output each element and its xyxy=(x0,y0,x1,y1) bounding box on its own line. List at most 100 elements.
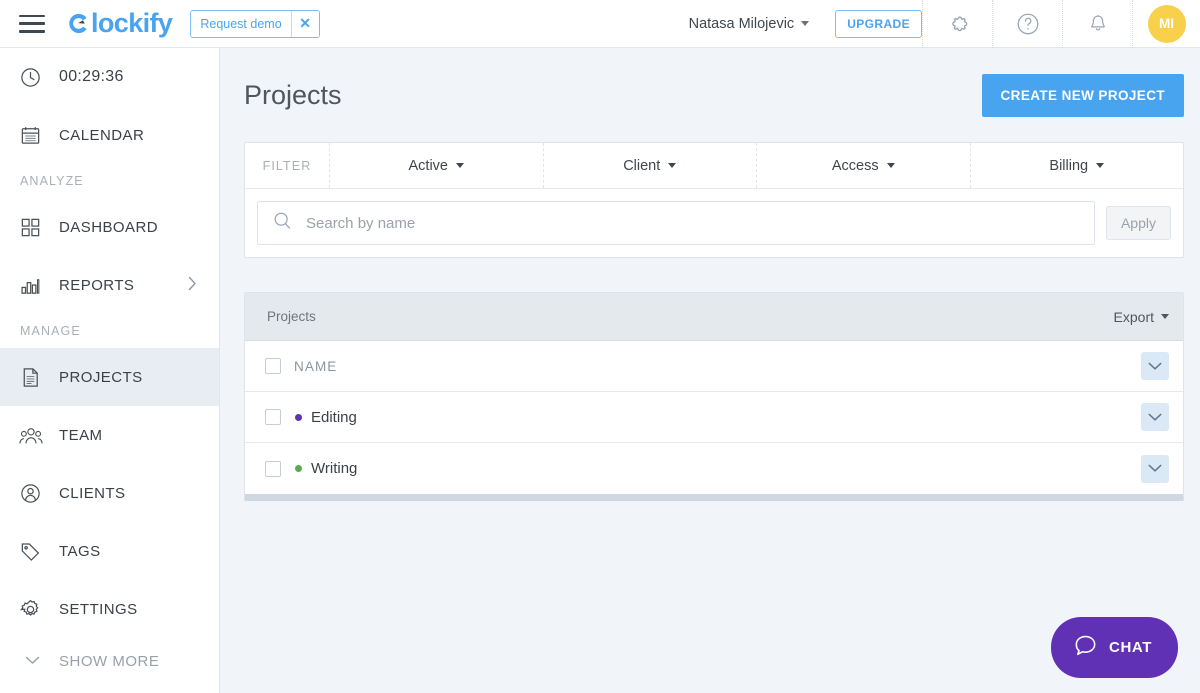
sidebar-item-clients[interactable]: CLIENTS xyxy=(0,464,219,522)
logo-text: lockify xyxy=(91,8,172,39)
hamburger-menu-icon[interactable] xyxy=(19,15,45,33)
sidebar-item-settings[interactable]: SETTINGS xyxy=(0,580,219,638)
create-new-project-button[interactable]: CREATE NEW PROJECT xyxy=(982,74,1184,117)
dashboard-grid-icon xyxy=(19,216,49,239)
search-row: Apply xyxy=(245,189,1183,257)
sidebar-show-more[interactable]: SHOW MORE xyxy=(0,638,219,684)
sidebar-item-timer[interactable]: 00:29:36 xyxy=(0,48,219,106)
chat-button[interactable]: CHAT xyxy=(1051,617,1178,678)
help-circle-icon[interactable] xyxy=(992,0,1062,48)
main-content: Projects CREATE NEW PROJECT FILTER Activ… xyxy=(220,48,1200,693)
filter-dropdown-client[interactable]: Client xyxy=(544,143,758,188)
sidebar-item-dashboard[interactable]: DASHBOARD xyxy=(0,198,219,256)
user-name-label: Natasa Milojevic xyxy=(689,16,795,32)
request-demo-button[interactable]: Request demo xyxy=(191,11,291,37)
sidebar-item-tags[interactable]: TAGS xyxy=(0,522,219,580)
sidebar-item-label: CLIENTS xyxy=(59,485,126,502)
settings-gear-icon xyxy=(19,598,49,621)
top-bar-right: Natasa Milojevic UPGRADE MI xyxy=(689,0,1200,48)
project-color-dot xyxy=(295,414,302,421)
chevron-down-icon xyxy=(668,163,676,168)
chevron-down-icon xyxy=(887,163,895,168)
filter-dropdown-label: Client xyxy=(623,158,660,174)
sidebar-item-team[interactable]: TEAM xyxy=(0,406,219,464)
chat-bubble-icon xyxy=(1073,633,1098,662)
sidebar-item-projects[interactable]: PROJECTS xyxy=(0,348,219,406)
puzzle-piece-icon[interactable] xyxy=(922,0,992,48)
bell-icon[interactable] xyxy=(1062,0,1132,48)
apply-button[interactable]: Apply xyxy=(1106,206,1171,240)
sidebar-item-label: PROJECTS xyxy=(59,369,143,386)
sidebar-item-reports[interactable]: REPORTS xyxy=(0,256,219,314)
sidebar-item-label: SETTINGS xyxy=(59,601,138,618)
row-checkbox[interactable] xyxy=(265,461,281,477)
search-box[interactable] xyxy=(257,201,1095,245)
row-chevron-down-icon[interactable] xyxy=(1141,455,1169,483)
filter-row: FILTER Active Client Access Billing xyxy=(245,143,1183,189)
clients-person-icon xyxy=(19,482,49,505)
filter-dropdown-label: Billing xyxy=(1049,158,1088,174)
top-bar: lockify Request demo ✕ Natasa Milojevic … xyxy=(0,0,1200,48)
row-chevron-down-icon[interactable] xyxy=(1141,403,1169,431)
chevron-down-icon xyxy=(1161,314,1169,319)
chevron-down-icon xyxy=(456,163,464,168)
table-row[interactable]: Writing xyxy=(245,443,1183,494)
team-people-icon xyxy=(19,424,49,447)
table-title: Projects xyxy=(267,309,316,324)
header-chevron-down-icon[interactable] xyxy=(1141,352,1169,380)
hamburger-line xyxy=(19,22,45,25)
hamburger-line xyxy=(19,15,45,18)
table-toolbar: Projects Export xyxy=(245,293,1183,341)
chevron-down-icon xyxy=(25,652,40,670)
export-label: Export xyxy=(1114,309,1154,325)
sidebar-item-label: DASHBOARD xyxy=(59,219,158,236)
projects-document-icon xyxy=(19,366,49,389)
sidebar-item-label: TAGS xyxy=(59,543,101,560)
column-header-name: NAME xyxy=(294,359,337,374)
select-all-checkbox[interactable] xyxy=(265,358,281,374)
chevron-down-icon xyxy=(1096,163,1104,168)
table-row[interactable]: Editing xyxy=(245,392,1183,443)
upgrade-button[interactable]: UPGRADE xyxy=(835,10,922,38)
calendar-icon xyxy=(19,124,49,147)
clockify-logo[interactable]: lockify xyxy=(67,8,172,39)
sidebar-item-calendar[interactable]: CALENDAR xyxy=(0,106,219,164)
chevron-down-icon xyxy=(801,21,809,26)
export-dropdown[interactable]: Export xyxy=(1114,309,1169,325)
sidebar-item-label: CALENDAR xyxy=(59,127,144,144)
filter-card: FILTER Active Client Access Billing xyxy=(244,142,1184,258)
projects-table: Projects Export NAME Editing Writing xyxy=(244,292,1184,501)
close-icon[interactable]: ✕ xyxy=(292,11,319,37)
sidebar: 00:29:36 CALENDAR ANALYZE DASHBOARD xyxy=(0,48,220,693)
avatar[interactable]: MI xyxy=(1148,5,1186,43)
page-header: Projects CREATE NEW PROJECT xyxy=(220,48,1200,142)
chat-label: CHAT xyxy=(1109,639,1152,656)
search-input[interactable] xyxy=(306,215,1080,232)
project-name: Editing xyxy=(311,409,357,426)
timer-value: 00:29:36 xyxy=(59,68,124,86)
chevron-right-icon[interactable] xyxy=(188,276,197,295)
show-more-label: SHOW MORE xyxy=(59,653,159,670)
filter-dropdown-access[interactable]: Access xyxy=(757,143,971,188)
hamburger-line xyxy=(19,30,45,33)
reports-bar-chart-icon xyxy=(19,274,49,297)
project-name: Writing xyxy=(311,460,357,477)
search-icon xyxy=(272,210,293,236)
tags-tag-icon xyxy=(19,540,49,563)
sidebar-section-analyze: ANALYZE xyxy=(0,164,219,198)
clockify-c-icon xyxy=(67,12,90,35)
page-title: Projects xyxy=(244,80,342,111)
table-header-row: NAME xyxy=(245,341,1183,392)
sidebar-item-label: REPORTS xyxy=(59,277,134,294)
sidebar-item-label: TEAM xyxy=(59,427,102,444)
filter-label: FILTER xyxy=(245,143,330,188)
filter-dropdown-label: Active xyxy=(409,158,449,174)
avatar-container: MI xyxy=(1132,0,1200,48)
filter-dropdown-label: Access xyxy=(832,158,879,174)
user-menu[interactable]: Natasa Milojevic xyxy=(689,16,810,32)
filter-dropdown-active[interactable]: Active xyxy=(330,143,544,188)
request-demo-banner: Request demo ✕ xyxy=(190,10,319,38)
sidebar-section-manage: MANAGE xyxy=(0,314,219,348)
filter-dropdown-billing[interactable]: Billing xyxy=(971,143,1184,188)
row-checkbox[interactable] xyxy=(265,409,281,425)
